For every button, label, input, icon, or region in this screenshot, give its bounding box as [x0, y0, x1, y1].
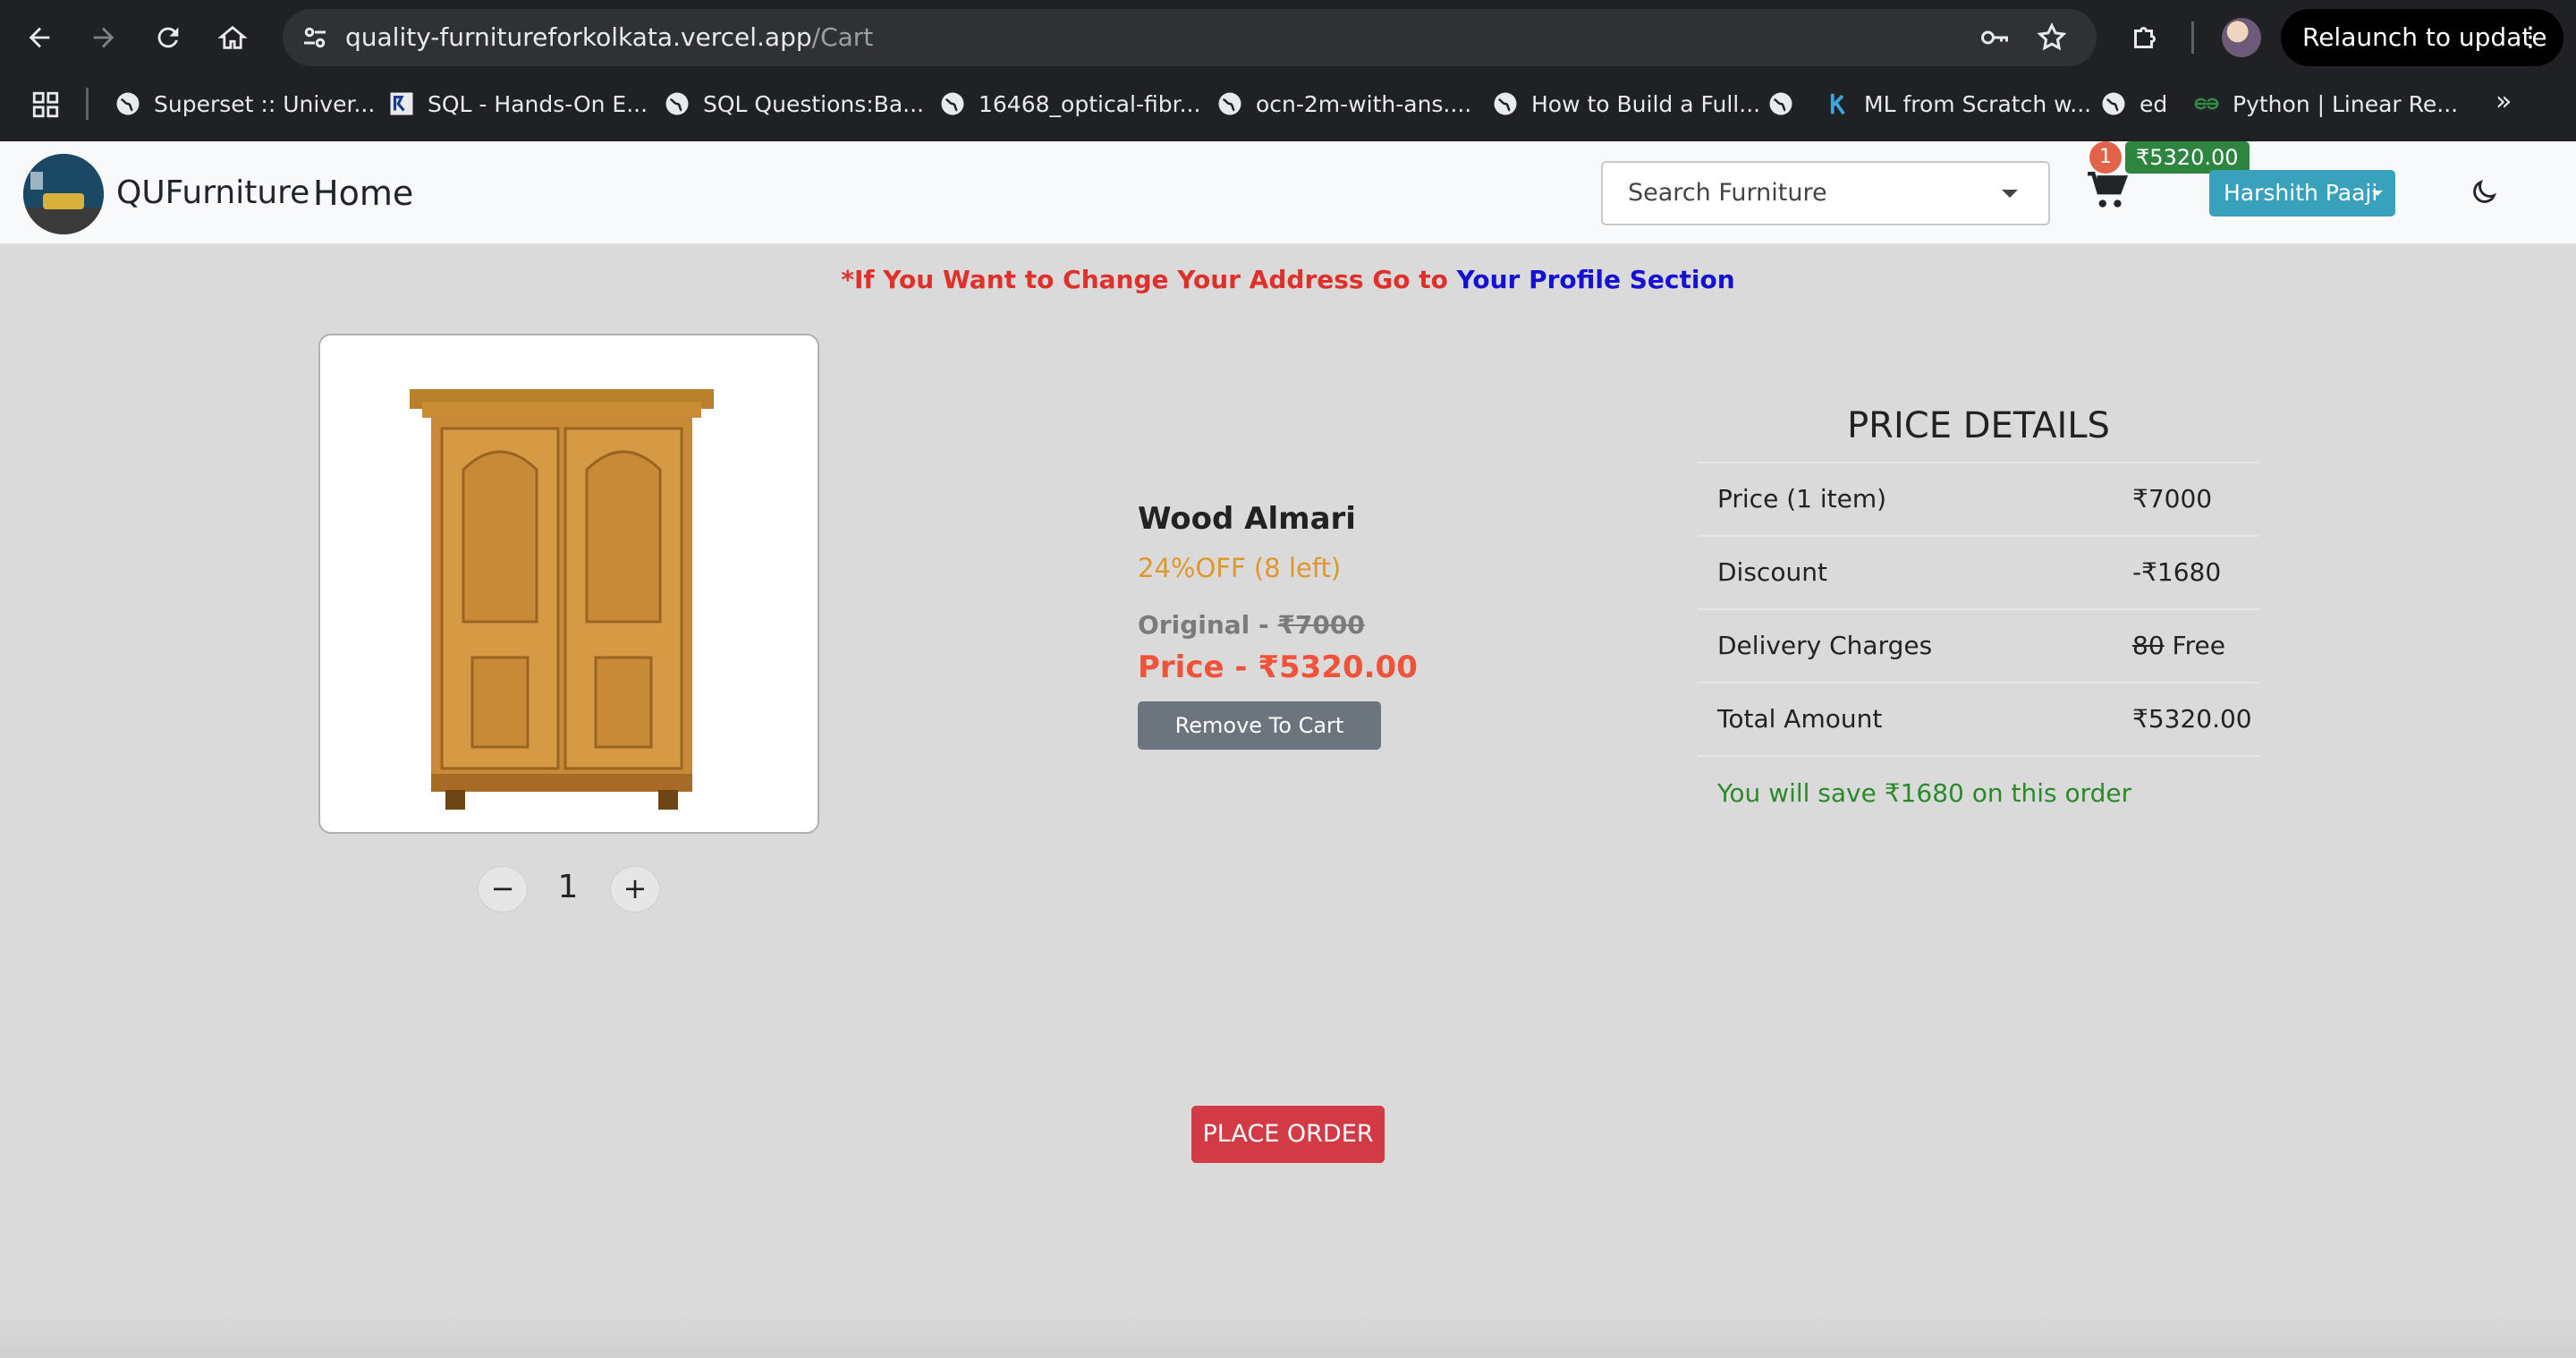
product-original-price: Original - ₹7000 [1138, 610, 1365, 640]
wood-almari-image [410, 389, 714, 810]
product-image-card [318, 334, 819, 834]
more-bookmarks-icon[interactable]: » [2496, 86, 2512, 117]
course-icon [390, 92, 413, 115]
user-menu-button[interactable]: Harshith Paaji [2209, 170, 2395, 216]
globe-icon [1494, 92, 1517, 115]
forward-button[interactable] [82, 16, 125, 59]
sofa-room-icon [23, 154, 104, 234]
quantity-value: 1 [557, 869, 579, 905]
product-name: Wood Almari [1138, 501, 1356, 537]
page-bottom-shade [0, 1313, 2576, 1358]
url-text: quality-furnitureforkolkata.vercel.app/C… [345, 22, 874, 52]
savings-text: You will save ₹1680 on this order [1698, 755, 2259, 830]
globe-icon [1218, 92, 1241, 115]
globe-icon [1769, 92, 1792, 115]
caret-down-icon [2372, 191, 2383, 196]
home-button[interactable] [211, 16, 254, 59]
remove-from-cart-button[interactable]: Remove To Cart [1138, 701, 1381, 750]
app-navbar: QUFurniture Home Search Furniture 1 ₹532… [0, 141, 2576, 245]
moon-icon[interactable] [2469, 177, 2499, 208]
profile-avatar[interactable] [2222, 18, 2261, 57]
k-icon [1830, 93, 1845, 115]
discount-row: Discount -₹1680 [1698, 535, 2259, 608]
toolbar-separator [2191, 21, 2194, 54]
place-order-button[interactable]: PLACE ORDER [1191, 1106, 1385, 1163]
total-row: Total Amount ₹5320.00 [1698, 682, 2259, 755]
globe-icon [2102, 92, 2125, 115]
cart-count-badge: 1 [2089, 141, 2122, 174]
brand-logo[interactable] [23, 154, 104, 234]
relaunch-button[interactable]: Relaunch to update ⋮ [2281, 9, 2563, 66]
product-price: Price - ₹5320.00 [1138, 649, 1418, 685]
gfg-icon [2194, 98, 2219, 110]
star-icon[interactable] [2036, 21, 2068, 54]
arrow-left-icon [29, 27, 50, 48]
more-menu-icon[interactable]: ⋮ [2517, 9, 2544, 66]
increase-quantity-button[interactable]: + [610, 866, 660, 912]
product-discount: 24%OFF (8 left) [1138, 553, 1342, 583]
extensions-button[interactable] [2125, 18, 2165, 57]
browser-toolbar: quality-furnitureforkolkata.vercel.app/C… [0, 0, 2576, 75]
bookmark-item[interactable]: Python | Linear Re... [2193, 86, 2458, 122]
bookmark-item[interactable]: SQL Questions:Ba... [664, 86, 924, 122]
site-info-icon[interactable] [299, 21, 331, 54]
bookmark-item[interactable]: ocn-2m-with-ans.... [1216, 86, 1471, 122]
reload-button[interactable] [147, 16, 190, 59]
address-bar[interactable]: quality-furnitureforkolkata.vercel.app/C… [283, 9, 2097, 66]
back-button[interactable] [18, 16, 61, 59]
decrease-quantity-button[interactable]: − [478, 866, 528, 912]
profile-section-link[interactable]: Your Profile Section [1457, 265, 1735, 294]
bookmark-item[interactable]: SQL - Hands-On E... [388, 86, 648, 122]
bookmark-item[interactable]: Superset :: Univer... [114, 86, 375, 122]
price-details-panel: PRICE DETAILS Price (1 item) ₹7000 Disco… [1698, 394, 2259, 830]
brand-name[interactable]: QUFurniture [116, 141, 309, 245]
delivery-row: Delivery Charges 80 Free [1698, 608, 2259, 682]
search-placeholder: Search Furniture [1628, 179, 1827, 207]
reload-icon [157, 27, 179, 48]
address-notice: *If You Want to Change Your Address Go t… [841, 265, 1735, 294]
bookmark-item[interactable]: How to Build a Full... [1492, 86, 1760, 122]
bookmark-item[interactable] [1767, 86, 1807, 122]
puzzle-icon [2134, 27, 2156, 48]
key-icon[interactable] [1979, 21, 2011, 54]
home-link[interactable]: Home [313, 141, 413, 245]
globe-icon [116, 92, 140, 115]
apps-grid-icon[interactable] [30, 89, 61, 120]
arrow-right-icon [93, 27, 114, 48]
price-row: Price (1 item) ₹7000 [1698, 462, 2259, 535]
globe-icon [665, 92, 689, 115]
bookmark-item[interactable]: ML from Scratch w... [1825, 86, 2091, 122]
chevron-down-icon [2002, 190, 2018, 198]
search-select[interactable]: Search Furniture [1601, 161, 2050, 225]
globe-icon [941, 92, 964, 115]
home-icon [217, 25, 248, 49]
cart-total-badge: ₹5320.00 [2125, 141, 2250, 174]
bookmarks-separator [86, 88, 89, 120]
bookmark-item[interactable]: ed [2100, 86, 2167, 122]
price-details-title: PRICE DETAILS [1847, 405, 2110, 446]
bookmark-item[interactable]: 16468_optical-fibr... [939, 86, 1200, 122]
cart-icon[interactable] [2086, 168, 2131, 213]
